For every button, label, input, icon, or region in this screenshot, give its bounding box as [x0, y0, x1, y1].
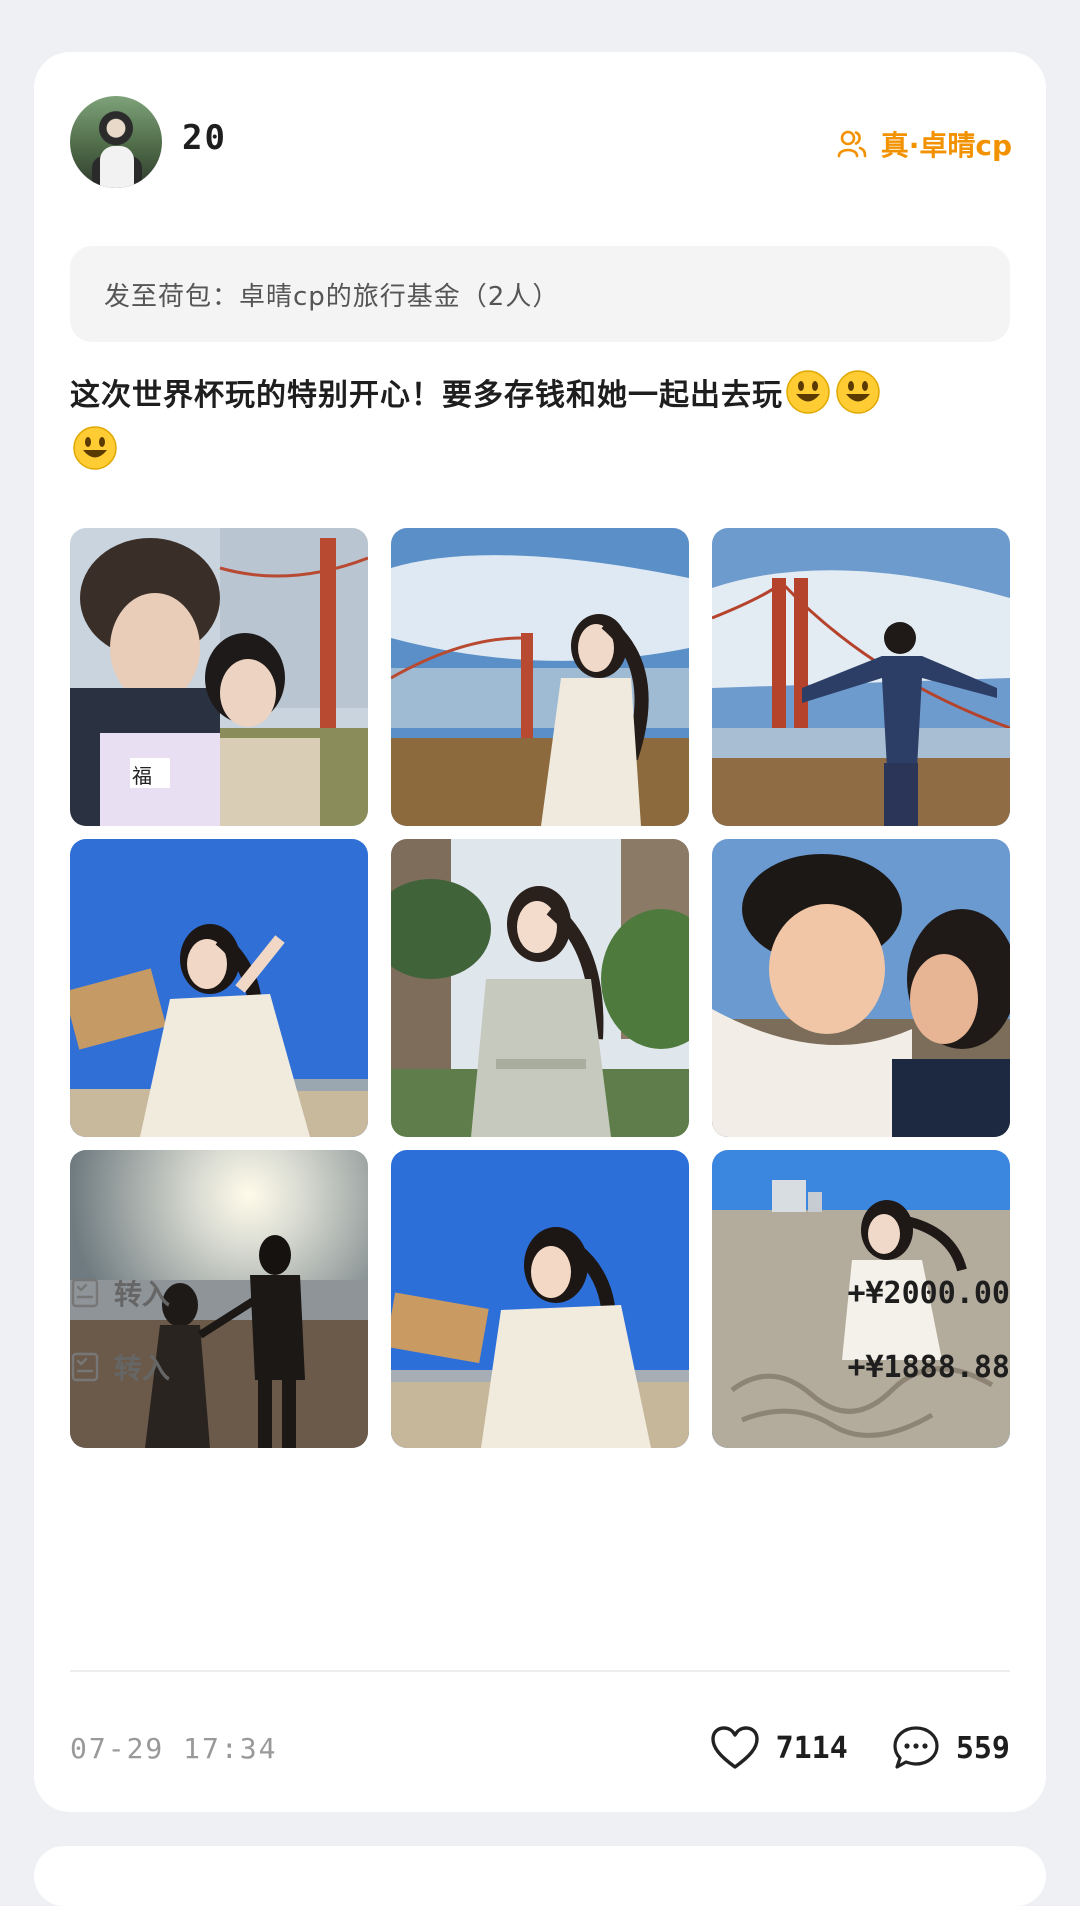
- smile-emoji-icon: [836, 370, 880, 414]
- photo-woman-beach-box[interactable]: [70, 839, 368, 1137]
- photo-woman-palace-fine-arts[interactable]: [391, 839, 689, 1137]
- photo-man-arms-open-bridge[interactable]: [712, 528, 1010, 826]
- username[interactable]: 20: [182, 118, 227, 158]
- destination-text: 发至荷包：卓晴cp的旅行基金（2人）: [104, 281, 560, 312]
- smile-emoji-icon: [786, 370, 830, 414]
- post-text-body: 这次世界杯玩的特别开心！要多存钱和她一起出去玩: [70, 378, 783, 413]
- next-post-card: [34, 1846, 1046, 1906]
- svg-text:福: 福: [132, 764, 152, 788]
- photo-couple-selfie-bridge[interactable]: 福: [70, 528, 368, 826]
- receipt-icon: [71, 1278, 99, 1308]
- transfer-amount: +¥2000.00: [847, 1275, 1010, 1311]
- transfer-label: 转入: [114, 1352, 171, 1385]
- post-text: 这次世界杯玩的特别开心！要多存钱和她一起出去玩: [70, 368, 1010, 480]
- divider: [70, 1670, 1010, 1672]
- heart-icon: [710, 1726, 759, 1769]
- destination-box[interactable]: 发至荷包：卓晴cp的旅行基金（2人）: [70, 246, 1010, 342]
- timestamp: 07-29 17:34: [70, 1731, 278, 1765]
- avatar[interactable]: [70, 96, 162, 188]
- comment-button[interactable]: 559: [892, 1725, 1010, 1771]
- post-card: 20 真·卓晴cp 发至荷包：卓晴cp的旅行基金（2人） 这次世界杯玩的特别开心…: [34, 52, 1046, 1812]
- people-icon: [837, 130, 867, 158]
- circle-tag-label: 真·卓晴cp: [880, 129, 1012, 162]
- smile-emoji-icon: [73, 426, 117, 470]
- circle-tag[interactable]: 真·卓晴cp: [837, 124, 1012, 164]
- like-button[interactable]: 7114: [710, 1725, 848, 1771]
- receipt-icon: [71, 1352, 99, 1382]
- chat-bubble-icon: [893, 1726, 939, 1769]
- transfer-label: 转入: [114, 1278, 171, 1311]
- like-count: 7114: [775, 1730, 848, 1766]
- transfer-row: 转入 +¥1888.88: [70, 1343, 1010, 1391]
- transfer-row: 转入 +¥2000.00: [70, 1269, 1010, 1317]
- comment-count: 559: [955, 1730, 1010, 1766]
- photo-couple-selfie-sunset[interactable]: [712, 839, 1010, 1137]
- transfer-amount: +¥1888.88: [847, 1349, 1010, 1385]
- photo-woman-golden-gate[interactable]: [391, 528, 689, 826]
- post-footer: 07-29 17:34 7114 559: [70, 1716, 1010, 1780]
